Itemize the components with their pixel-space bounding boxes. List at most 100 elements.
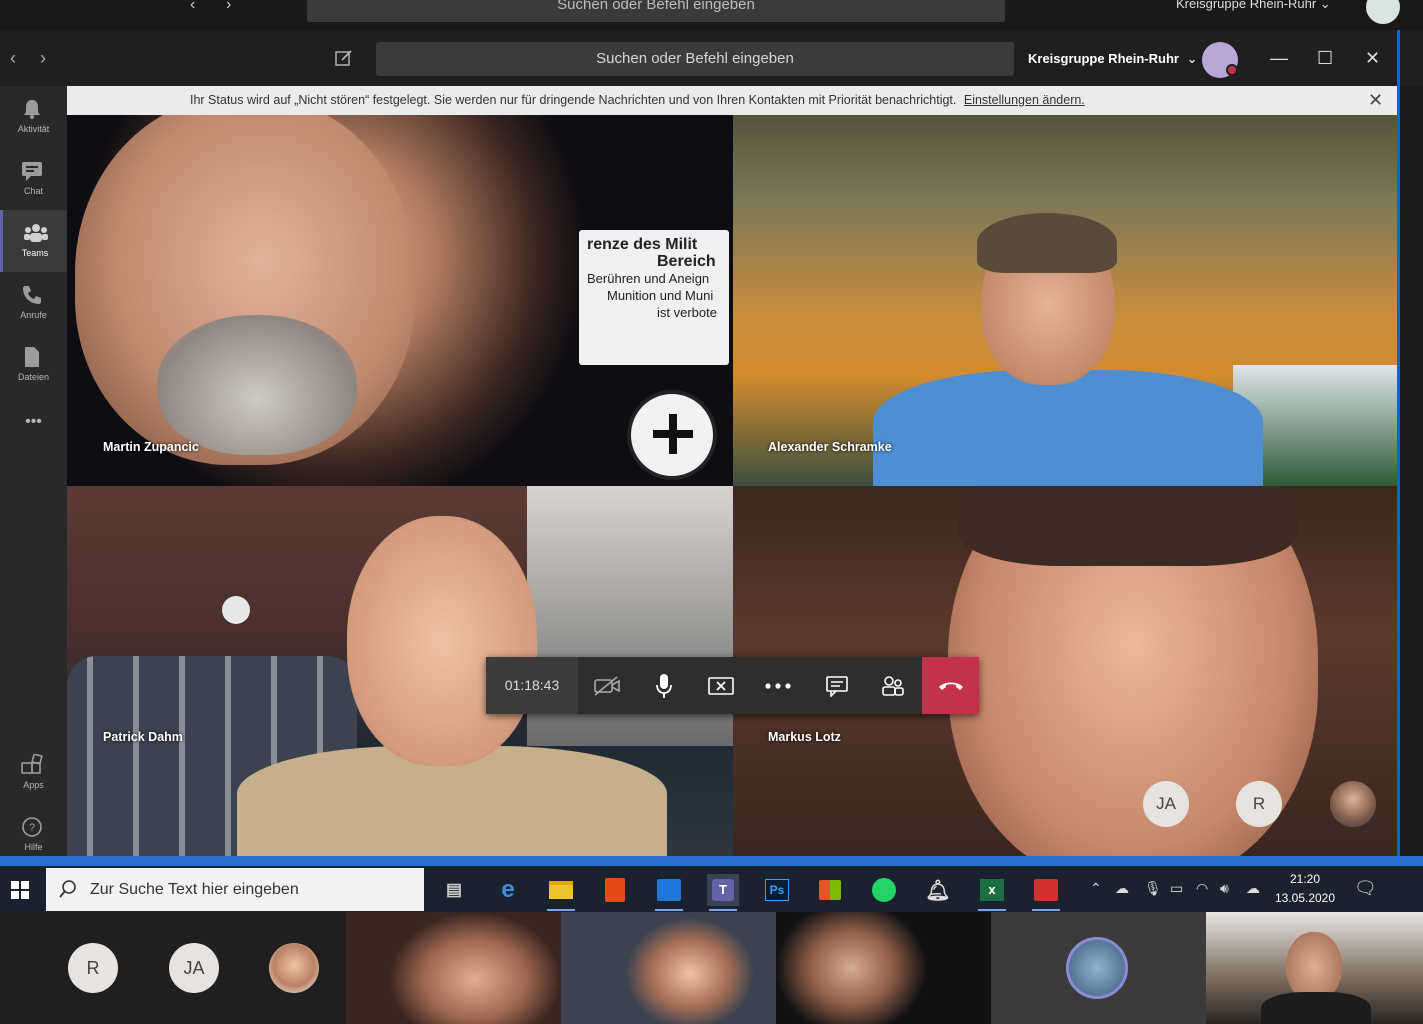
camera-toggle-button[interactable] (578, 657, 635, 714)
settings-link[interactable]: Einstellungen ändern. (964, 93, 1085, 107)
window-border (1397, 30, 1400, 856)
clock-time: 21:20 (1289, 872, 1321, 886)
taskbar-clock[interactable]: 21:20 13.05.2020 (1270, 870, 1340, 908)
app-rail: Aktivität Chat Teams Anrufe Dateien ••• … (0, 86, 67, 856)
windows-logo-icon (11, 881, 29, 899)
chevron-down-icon: ⌄ (1186, 51, 1198, 66)
participant-photo-avatar (269, 943, 319, 993)
chat-icon (825, 675, 848, 697)
hang-up-button[interactable] (922, 657, 979, 714)
notification-app-icon[interactable]: 🔔︎ (922, 874, 954, 906)
video-tile[interactable]: renze des Milit Bereich Berühren und Ane… (67, 115, 733, 486)
microphone-icon (655, 673, 672, 698)
minimize-button[interactable]: — (1270, 48, 1288, 69)
forward-arrow-icon[interactable]: › (40, 48, 46, 69)
show-hidden-icons-icon[interactable]: ⌃ (1090, 880, 1102, 897)
rail-item-label: Anrufe (20, 310, 47, 320)
show-participants-button[interactable] (864, 657, 921, 714)
taskbar-accent-line (0, 856, 1423, 866)
cloud-icon[interactable]: ☁ (1246, 880, 1260, 897)
search-icon (59, 880, 76, 898)
hair (977, 213, 1117, 273)
emblem (627, 390, 717, 480)
participant-name: Markus Lotz (768, 730, 841, 744)
explorer-icon[interactable] (545, 874, 577, 911)
volume-icon[interactable]: 🔊︎ (1220, 880, 1229, 897)
store-icon[interactable] (814, 874, 846, 906)
sign-text: ist verbote (657, 305, 717, 320)
participant-avatar[interactable]: JA (1143, 781, 1189, 827)
outlook-icon[interactable] (653, 874, 685, 911)
show-conversation-button[interactable] (808, 657, 865, 714)
background-sign: renze des Milit Bereich Berühren und Ane… (579, 230, 729, 365)
video-tile[interactable]: Alexander Schramke (733, 115, 1398, 486)
participant-name: Alexander Schramke (768, 440, 892, 454)
more-icon (764, 682, 791, 689)
acrobat-icon[interactable] (1030, 874, 1062, 911)
compose-icon[interactable] (334, 48, 354, 68)
action-center-icon[interactable]: 🗨︎ (1354, 878, 1377, 899)
more-apps-button[interactable]: ••• (0, 402, 67, 442)
battery-icon[interactable]: ▭ (1170, 880, 1183, 897)
teams-taskbar-icon[interactable]: T (707, 874, 739, 911)
rail-item-label: Aktivität (17, 124, 50, 134)
video-thumbnail (991, 912, 1206, 1024)
excel-icon[interactable]: x (976, 874, 1008, 911)
sign-text: renze des Milit (587, 236, 698, 253)
taskbar-search-input[interactable]: Zur Suche Text hier eingeben (46, 868, 424, 911)
scanner-app-icon[interactable]: ▤ (438, 874, 470, 906)
participant-avatar[interactable]: R (1236, 781, 1282, 827)
rail-item-chat[interactable]: Chat (0, 148, 67, 210)
edge-icon[interactable]: e (492, 874, 524, 906)
more-actions-button[interactable] (749, 657, 806, 714)
dnd-notification-banner: Ihr Status wird auf „Nicht stören“ festg… (67, 86, 1398, 115)
file-icon (25, 347, 39, 367)
sign-text: Berühren und Aneign (587, 271, 710, 286)
call-controls: 01:18:43 (486, 657, 979, 714)
whatsapp-icon[interactable] (868, 874, 900, 906)
beard (157, 315, 357, 455)
participants-icon (881, 675, 904, 696)
stop-sharing-button[interactable] (692, 657, 749, 714)
rail-item-files[interactable]: Dateien (0, 334, 67, 396)
onedrive-icon[interactable]: ☁ (1115, 880, 1129, 897)
wifi-icon[interactable]: ◠ (1196, 880, 1208, 897)
rail-item-label: Hilfe (24, 842, 43, 852)
rail-item-label: Apps (23, 780, 44, 790)
do-not-disturb-status-icon (1226, 64, 1238, 76)
rail-item-apps[interactable]: Apps (0, 742, 67, 804)
window-edge (1398, 86, 1423, 856)
close-window-button[interactable]: ✕ (1365, 48, 1380, 69)
call-timer: 01:18:43 (486, 657, 578, 714)
office-icon[interactable] (599, 874, 631, 906)
banner-close-button[interactable]: ✕ (1368, 90, 1383, 111)
org-switcher[interactable]: Kreisgruppe Rhein-Ruhr ⌄ (1028, 51, 1198, 67)
banner-text: Ihr Status wird auf „Nicht stören“ festg… (190, 93, 957, 107)
search-input[interactable]: Suchen oder Befehl eingeben (376, 42, 1014, 76)
microphone-tray-icon[interactable]: 🎙︎ (1144, 880, 1162, 897)
hangup-icon (938, 682, 963, 690)
video-thumbnail (346, 912, 561, 1024)
rail-item-calls[interactable]: Anrufe (0, 272, 67, 334)
participant-photo-avatar[interactable] (1330, 781, 1376, 827)
clock-date: 13.05.2020 (1274, 891, 1336, 905)
camera-off-icon (593, 675, 620, 696)
sign-text: Bereich (657, 253, 716, 270)
participant-photo-avatar (1066, 937, 1128, 999)
bell-icon (24, 100, 40, 119)
photoshop-icon[interactable]: Ps (761, 874, 793, 906)
maximize-button[interactable]: ☐ (1317, 48, 1333, 69)
rail-item-activity[interactable]: Aktivität (0, 86, 67, 148)
start-button[interactable] (0, 866, 44, 912)
back-arrow-icon[interactable]: ‹ (10, 48, 16, 69)
microphone-button[interactable] (635, 657, 692, 714)
back-arrow-icon: ‹ (190, 0, 196, 13)
participant-name: Patrick Dahm (103, 730, 183, 744)
svg-text:?: ? (29, 822, 35, 834)
video-thumbnail (561, 912, 776, 1024)
rail-item-label: Dateien (17, 372, 50, 382)
phone-icon (23, 286, 41, 304)
teams-icon (24, 224, 48, 242)
rail-item-teams[interactable]: Teams (0, 210, 67, 272)
apps-icon (21, 754, 43, 774)
